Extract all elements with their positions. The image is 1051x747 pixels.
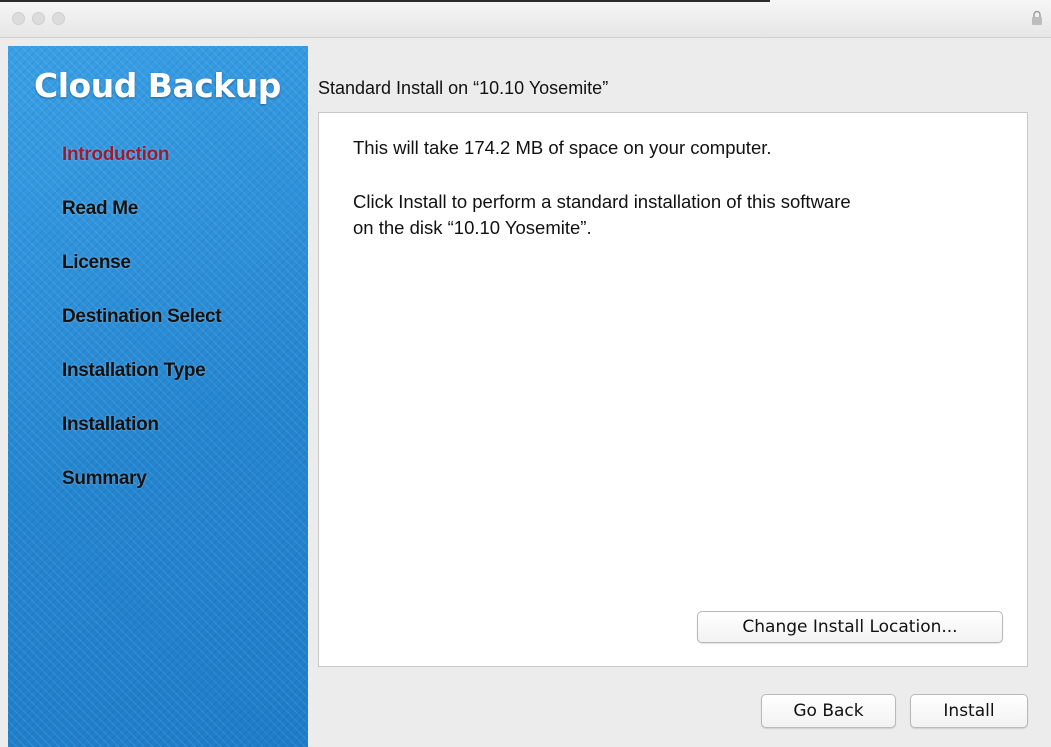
step-installation: Installation (62, 414, 159, 435)
change-install-location-button[interactable]: Change Install Location... (697, 611, 1003, 643)
minimize-window-button[interactable] (32, 12, 45, 25)
go-back-button[interactable]: Go Back (761, 694, 896, 728)
installer-sidebar: Cloud Backup Introduction Read Me Licens… (8, 46, 308, 747)
step-installation-type: Installation Type (62, 360, 206, 381)
space-message: This will take 174.2 MB of space on your… (353, 137, 772, 158)
install-button[interactable]: Install (910, 694, 1028, 728)
page-title: Standard Install on “10.10 Yosemite” (318, 78, 609, 98)
step-read-me: Read Me (62, 198, 139, 219)
title-bar-edge (0, 0, 770, 2)
install-message-line-2: on the disk “10.10 Yosemite”. (353, 217, 592, 238)
brand-title: Cloud Backup (34, 66, 281, 105)
step-introduction: Introduction (62, 144, 170, 165)
content-panel: This will take 174.2 MB of space on your… (318, 112, 1028, 667)
installer-steps: Introduction Read Me License Destination… (62, 144, 222, 522)
lock-icon (1032, 10, 1042, 25)
install-message-line-1: Click Install to perform a standard inst… (353, 191, 851, 212)
zoom-window-button[interactable] (52, 12, 65, 25)
step-summary: Summary (62, 468, 147, 489)
step-license: License (62, 252, 131, 273)
close-window-button[interactable] (12, 12, 25, 25)
title-bar (0, 0, 1051, 38)
step-destination-select: Destination Select (62, 306, 222, 327)
